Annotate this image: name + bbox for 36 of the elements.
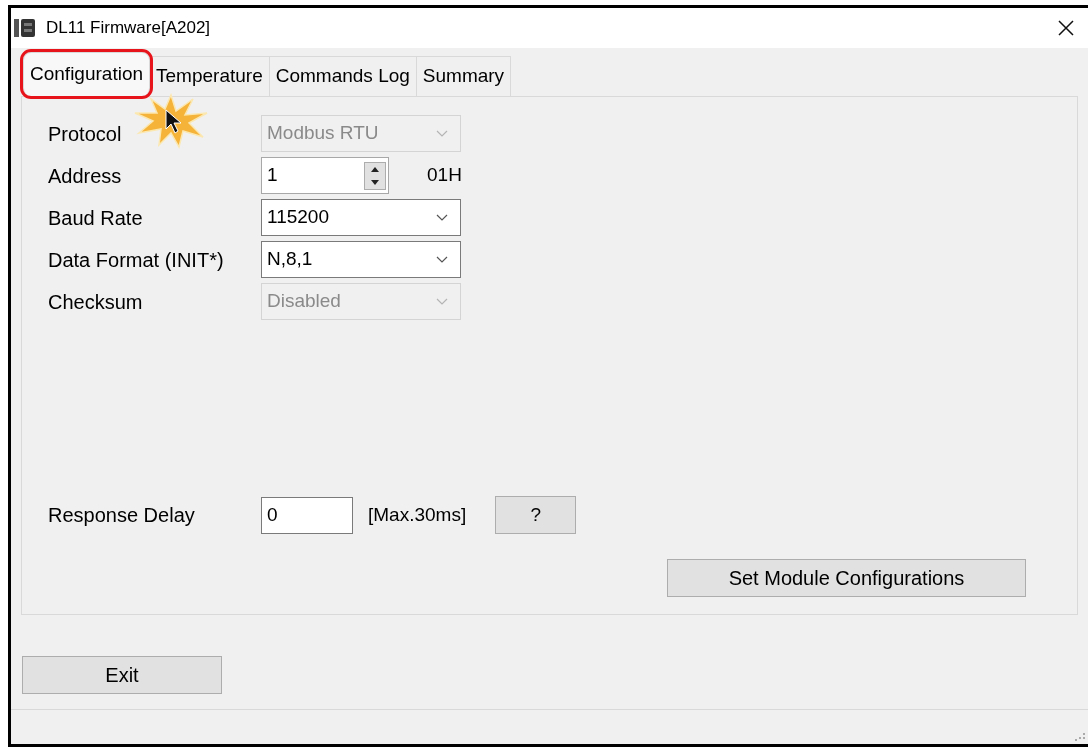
tab[interactable]: Temperature xyxy=(150,56,270,96)
dropdown-field[interactable]: 115200 xyxy=(261,199,461,236)
chevron-down-icon xyxy=(436,213,448,222)
chevron-down-icon xyxy=(436,129,448,138)
chevron-down-icon xyxy=(436,297,448,306)
spin-value: 1 xyxy=(267,163,278,188)
arrow-up-icon xyxy=(371,166,379,172)
resize-grip-icon[interactable] xyxy=(1075,731,1085,741)
tab[interactable]: Commands Log xyxy=(269,56,417,96)
dropdown-field[interactable]: N,8,1 xyxy=(261,241,461,278)
close-icon[interactable] xyxy=(1058,20,1074,36)
dropdown-value: N,8,1 xyxy=(267,247,313,272)
set-module-configurations-button[interactable]: Set Module Configurations xyxy=(667,559,1026,597)
hex-value: 01H xyxy=(427,163,462,188)
dropdown-value: Modbus RTU xyxy=(267,121,379,146)
dropdown-value: 115200 xyxy=(267,205,329,230)
device-icon xyxy=(14,17,38,39)
exit-button[interactable]: Exit xyxy=(22,656,222,694)
arrow-down-icon xyxy=(371,179,379,185)
field-label: Checksum xyxy=(48,290,143,313)
field-label: Address xyxy=(48,164,122,187)
chevron-down-icon xyxy=(436,255,448,264)
window-title: DL11 Firmware[A202] xyxy=(46,17,211,40)
max-hint: [Max.30ms] xyxy=(368,502,467,527)
field-label: Data Format (INIT*) xyxy=(48,248,224,271)
tab[interactable]: Configuration xyxy=(23,52,151,96)
dropdown-value: Disabled xyxy=(267,289,341,314)
number-spin-field[interactable]: 1 xyxy=(261,157,389,194)
field-label: Baud Rate xyxy=(48,206,143,229)
field-label: Protocol xyxy=(48,122,122,145)
mouse-cursor-icon xyxy=(165,109,183,135)
tab[interactable]: Summary xyxy=(416,56,512,96)
help-button[interactable]: ? xyxy=(495,496,577,534)
response-delay-field[interactable]: 0 xyxy=(261,496,353,534)
spin-buttons[interactable] xyxy=(364,161,386,190)
field-label: Response Delay xyxy=(48,504,195,526)
